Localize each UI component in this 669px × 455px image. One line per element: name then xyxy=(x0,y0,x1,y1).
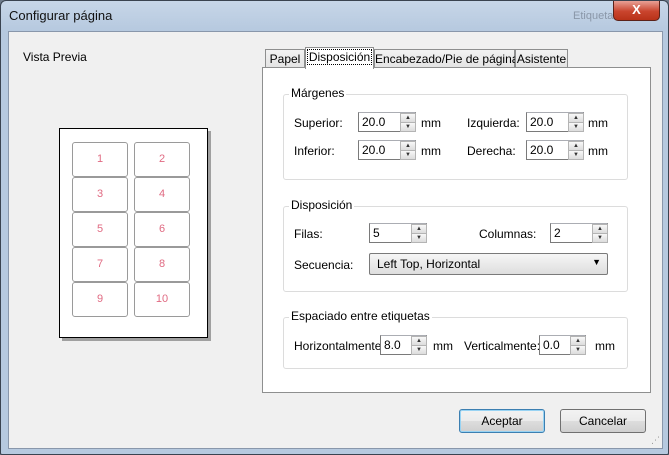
dialog-window: Configurar página Etiquetas X Vista Prev… xyxy=(0,0,669,455)
margins-group xyxy=(283,94,628,180)
tab-encabezado[interactable]: Encabezado/Pie de página xyxy=(374,49,518,68)
izquierda-label: Izquierda: xyxy=(467,116,520,130)
chevron-down-icon: ▼ xyxy=(592,257,601,267)
spin-down-icon[interactable]: ▼ xyxy=(400,122,416,132)
secuencia-dropdown[interactable]: Left Top, Horizontal ▼ xyxy=(369,253,608,275)
horizontal-spacing-spinbox[interactable]: 8.0 ▲ ▼ xyxy=(380,335,427,355)
preview-cell: 9 xyxy=(72,282,128,317)
preview-cell: 8 xyxy=(134,247,190,282)
derecha-value: 20.0 xyxy=(530,143,554,157)
preview-cell: 5 xyxy=(72,212,128,247)
spin-down-icon[interactable]: ▼ xyxy=(592,233,608,243)
horizontal-spin-buttons: ▲ ▼ xyxy=(411,336,427,355)
derecha-spinbox[interactable]: 20.0 ▲ ▼ xyxy=(526,140,584,160)
layout-group xyxy=(283,206,628,292)
inferior-spinbox[interactable]: 20.0 ▲ ▼ xyxy=(358,140,416,160)
filas-spin-buttons: ▲ ▼ xyxy=(411,224,427,243)
columnas-label: Columnas: xyxy=(479,227,537,241)
superior-label: Superior: xyxy=(294,116,343,130)
preview-cell: 1 xyxy=(72,142,128,177)
tab-disposicion-label: Disposición xyxy=(306,49,373,65)
superior-unit: mm xyxy=(421,116,441,130)
preview-cell: 2 xyxy=(134,142,190,177)
horizontal-spacing-label: Horizontalmente: xyxy=(294,339,385,353)
izquierda-spinbox[interactable]: 20.0 ▲ ▼ xyxy=(526,112,584,132)
spin-down-icon[interactable]: ▼ xyxy=(411,345,427,355)
spin-down-icon[interactable]: ▼ xyxy=(411,233,427,243)
tab-asistente[interactable]: Asistente xyxy=(515,49,568,68)
preview-cell: 3 xyxy=(72,177,128,212)
spin-down-icon[interactable]: ▼ xyxy=(568,150,584,160)
layout-title: Disposición xyxy=(289,198,355,212)
tab-panel-disposicion: Márgenes Superior: 20.0 ▲ ▼ mm Izquierda… xyxy=(262,67,651,393)
spin-down-icon[interactable]: ▼ xyxy=(400,150,416,160)
preview-label: Vista Previa xyxy=(23,50,87,64)
horizontal-spacing-value: 8.0 xyxy=(384,338,401,352)
dialog-body: Vista Previa 1 2 3 4 5 6 7 8 9 10 Papel … xyxy=(8,31,663,449)
superior-spinbox[interactable]: 20.0 ▲ ▼ xyxy=(358,112,416,132)
derecha-unit: mm xyxy=(588,144,608,158)
secuencia-value: Left Top, Horizontal xyxy=(377,257,481,271)
derecha-spin-buttons: ▲ ▼ xyxy=(568,141,584,160)
horizontal-spacing-unit: mm xyxy=(433,339,453,353)
preview-cell: 10 xyxy=(134,282,190,317)
derecha-label: Derecha: xyxy=(467,144,516,158)
filas-spinbox[interactable]: 5 ▲ ▼ xyxy=(369,223,427,243)
label-preview: 1 2 3 4 5 6 7 8 9 10 xyxy=(59,128,208,338)
columnas-spinbox[interactable]: 2 ▲ ▼ xyxy=(550,223,608,243)
ok-button[interactable]: Aceptar xyxy=(459,409,545,433)
preview-cell: 4 xyxy=(134,177,190,212)
izquierda-unit: mm xyxy=(588,116,608,130)
columnas-spin-buttons: ▲ ▼ xyxy=(592,224,608,243)
filas-label: Filas: xyxy=(294,227,323,241)
vertical-spin-buttons: ▲ ▼ xyxy=(570,336,586,355)
inferior-value: 20.0 xyxy=(362,143,386,157)
inferior-spin-buttons: ▲ ▼ xyxy=(400,141,416,160)
background-window-title: Etiquetas xyxy=(573,10,619,22)
secuencia-label: Secuencia: xyxy=(294,258,354,272)
cancel-button[interactable]: Cancelar xyxy=(560,409,646,433)
resize-grip-icon[interactable]: ⋰ xyxy=(651,435,660,446)
vertical-spacing-value: 0.0 xyxy=(543,338,560,352)
vertical-spacing-label: Verticalmente: xyxy=(464,339,541,353)
inferior-unit: mm xyxy=(421,144,441,158)
spin-down-icon[interactable]: ▼ xyxy=(570,345,586,355)
izquierda-spin-buttons: ▲ ▼ xyxy=(568,113,584,132)
filas-value: 5 xyxy=(373,226,380,240)
columnas-value: 2 xyxy=(554,226,561,240)
spacing-title: Espaciado entre etiquetas xyxy=(289,309,432,323)
preview-cell: 6 xyxy=(134,212,190,247)
tab-disposicion[interactable]: Disposición xyxy=(305,47,374,69)
margins-title: Márgenes xyxy=(289,86,347,100)
close-icon: X xyxy=(632,2,641,17)
close-button[interactable]: X xyxy=(613,1,660,21)
izquierda-value: 20.0 xyxy=(530,115,554,129)
vertical-spacing-unit: mm xyxy=(595,339,615,353)
superior-spin-buttons: ▲ ▼ xyxy=(400,113,416,132)
vertical-spacing-spinbox[interactable]: 0.0 ▲ ▼ xyxy=(539,335,586,355)
title-bar[interactable]: Configurar página Etiquetas X xyxy=(1,1,668,31)
preview-cell: 7 xyxy=(72,247,128,282)
spin-down-icon[interactable]: ▼ xyxy=(568,122,584,132)
superior-value: 20.0 xyxy=(362,115,386,129)
inferior-label: Inferior: xyxy=(294,144,335,158)
tab-papel[interactable]: Papel xyxy=(265,49,305,68)
window-title: Configurar página xyxy=(9,8,113,23)
